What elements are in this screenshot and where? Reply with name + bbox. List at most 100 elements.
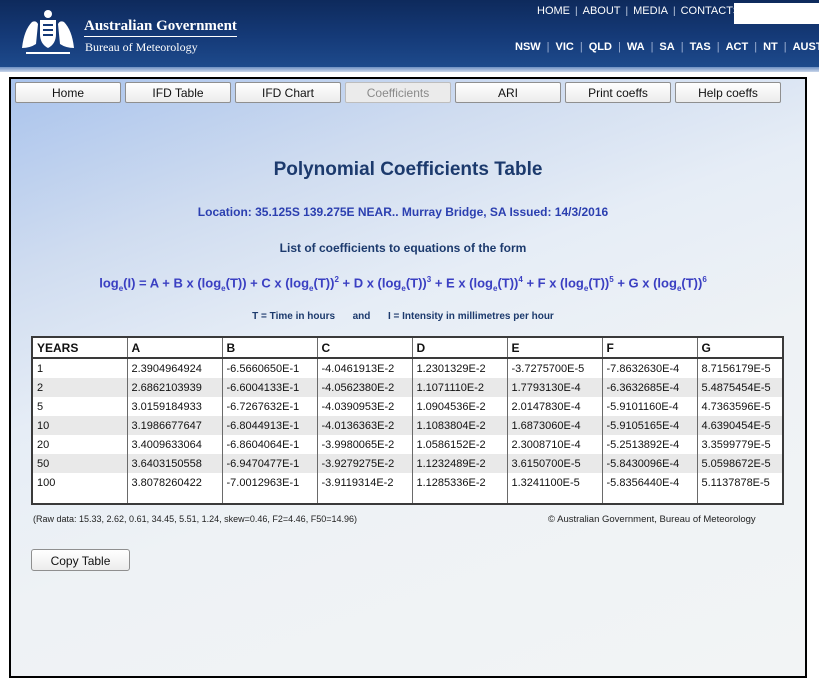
table-cell: 1.0904536E-2 (411, 397, 508, 416)
table-cell: -3.9279275E-2 (316, 454, 413, 473)
table-cell: 5 (31, 397, 128, 416)
table-cell: -5.2513892E-4 (601, 435, 698, 454)
coefficients-panel: Home IFD Table IFD Chart Coefficients AR… (9, 77, 807, 678)
copy-table-button[interactable]: Copy Table (31, 549, 130, 571)
nav-about-link[interactable]: ABOUT (578, 5, 626, 17)
table-cell: -6.5660650E-1 (221, 358, 318, 378)
units-legend: T = Time in hours and I = Intensity in m… (11, 311, 795, 322)
site-header: Australian Government Bureau of Meteorol… (0, 0, 819, 67)
table-row: 20 3.4009633064 -6.8604064E-1 -3.9980065E-2… (31, 435, 784, 454)
state-link-wa[interactable]: WA (621, 41, 651, 53)
tab-coefficients[interactable]: Coefficients (345, 82, 451, 103)
government-title[interactable]: Australian Government (84, 18, 237, 37)
table-row: 1 2.3904964924 -6.5660650E-1 -4.0461913E-2 1… (31, 358, 784, 378)
table-cell: 3.1986677647 (126, 416, 223, 435)
state-link-act[interactable]: ACT (720, 41, 755, 53)
table-cell: -4.0390953E-2 (316, 397, 413, 416)
table-cell: 3.6403150558 (126, 454, 223, 473)
table-cell: 1.1071110E-2 (411, 378, 508, 397)
table-header-row: YEARS A B C D E F G (31, 336, 784, 359)
column-header-f: F (601, 336, 698, 359)
state-link-nt[interactable]: NT (757, 41, 784, 53)
table-cell: 50 (31, 454, 128, 473)
table-cell: 3.8078260422 (126, 473, 223, 492)
table-cell: 1.2301329E-2 (411, 358, 508, 378)
table-spacer-row (31, 492, 784, 504)
table-cell: 3.0159184933 (126, 397, 223, 416)
column-header-d: D (411, 336, 508, 359)
state-link-vic[interactable]: VIC (550, 41, 580, 53)
table-cell: 1.1083804E-2 (411, 416, 508, 435)
tab-print-coeffs[interactable]: Print coeffs (565, 82, 671, 103)
table-cell: 2.3904964924 (126, 358, 223, 378)
tab-home[interactable]: Home (15, 82, 121, 103)
tab-ifd-table[interactable]: IFD Table (125, 82, 231, 103)
column-header-c: C (316, 336, 413, 359)
table-cell: -6.8044913E-1 (221, 416, 318, 435)
header-stripe (0, 67, 819, 72)
table-cell: -6.7267632E-1 (221, 397, 318, 416)
table-cell: -5.8356440E-4 (601, 473, 698, 492)
column-header-a: A (126, 336, 223, 359)
equation-formula: loge(I) = A + B x (loge(T)) + C x (loge(… (99, 275, 707, 293)
table-cell: 1.6873060E-4 (506, 416, 603, 435)
table-body: 1 2.3904964924 -6.5660650E-1 -4.0461913E-2 1… (31, 358, 784, 504)
raw-data-note: (Raw data: 15.33, 2.62, 0.61, 34.45, 5.5… (33, 514, 357, 524)
table-cell: 4.7363596E-5 (696, 397, 784, 416)
table-cell: 3.3599779E-5 (696, 435, 784, 454)
tab-bar: Home IFD Table IFD Chart Coefficients AR… (15, 82, 785, 103)
time-unit-label: T = Time in hours (252, 311, 336, 322)
column-header-years: YEARS (31, 336, 128, 359)
table-cell: 100 (31, 473, 128, 492)
table-cell: -5.8430096E-4 (601, 454, 698, 473)
page-title: Polynomial Coefficients Table (273, 159, 543, 180)
table-cell: 2 (31, 378, 128, 397)
table-cell: 5.4875454E-5 (696, 378, 784, 397)
table-cell: 2.0147830E-4 (506, 397, 603, 416)
nav-home-link[interactable]: HOME (532, 5, 575, 17)
table-row: 100 3.8078260422 -7.0012963E-1 -3.9119314E-… (31, 473, 784, 492)
table-cell: 1.7793130E-4 (506, 378, 603, 397)
state-link-qld[interactable]: QLD (583, 41, 618, 53)
tab-help-coeffs[interactable]: Help coeffs (675, 82, 781, 103)
table-cell: -4.0562380E-2 (316, 378, 413, 397)
state-link-sa[interactable]: SA (653, 41, 680, 53)
search-input[interactable] (734, 3, 819, 24)
table-cell: 3.4009633064 (126, 435, 223, 454)
table-row: 5 3.0159184933 -6.7267632E-1 -4.0390953E-2 1… (31, 397, 784, 416)
copyright-note: © Australian Government, Bureau of Meteo… (548, 514, 756, 525)
tab-ifd-chart[interactable]: IFD Chart (235, 82, 341, 103)
equation-heading: List of coefficients to equations of the… (279, 241, 527, 255)
table-cell: 3.6150700E-5 (506, 454, 603, 473)
table-cell: 5.1137878E-5 (696, 473, 784, 492)
table-row: 10 3.1986677647 -6.8044913E-1 -4.0136363E-2… (31, 416, 784, 435)
table-row: 2 2.6862103939 -6.6004133E-1 -4.0562380E-2 1… (31, 378, 784, 397)
table-cell: -3.9119314E-2 (316, 473, 413, 492)
nav-media-link[interactable]: MEDIA (628, 5, 673, 17)
table-cell: 2.3008710E-4 (506, 435, 603, 454)
top-navigation: HOME | ABOUT | MEDIA | CONTACTS (532, 5, 745, 17)
table-cell: -4.0136363E-2 (316, 416, 413, 435)
state-link-tas[interactable]: TAS (684, 41, 717, 53)
table-cell: 1 (31, 358, 128, 378)
table-cell: -3.9980065E-2 (316, 435, 413, 454)
coefficients-table: YEARS A B C D E F G 1 2.3904964924 -6.5660… (31, 336, 784, 505)
column-header-g: G (696, 336, 784, 359)
coat-of-arms-icon[interactable] (16, 8, 80, 56)
table-cell: 10 (31, 416, 128, 435)
tab-ari[interactable]: ARI (455, 82, 561, 103)
intensity-unit-label: I = Intensity in millimetres per hour (387, 311, 554, 322)
table-cell: 1.0586152E-2 (411, 435, 508, 454)
table-cell: -6.9470477E-1 (221, 454, 318, 473)
table-cell: 1.3241100E-5 (506, 473, 603, 492)
state-link-nsw[interactable]: NSW (509, 41, 547, 53)
location-line: Location: 35.125S 139.275E NEAR.. Murray… (197, 205, 609, 219)
table-cell: -7.0012963E-1 (221, 473, 318, 492)
column-header-b: B (221, 336, 318, 359)
table-cell: 2.6862103939 (126, 378, 223, 397)
table-cell: -5.9105165E-4 (601, 416, 698, 435)
state-navigation: NSW | VIC | QLD | WA | SA | TAS | ACT | NT | AUS… (509, 41, 819, 53)
table-cell: 4.6390454E-5 (696, 416, 784, 435)
state-link-australia[interactable]: AUSTRA (787, 41, 819, 53)
bureau-title[interactable]: Bureau of Meteorology (85, 40, 198, 55)
